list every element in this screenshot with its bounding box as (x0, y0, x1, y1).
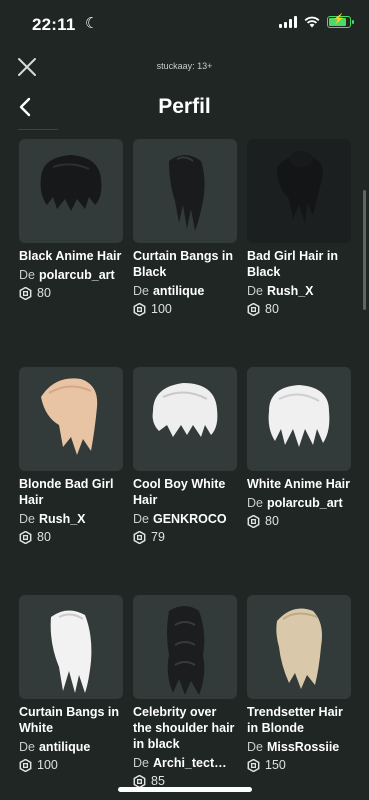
item-creator[interactable]: De Rush_X (19, 511, 123, 527)
item-price: 79 (133, 530, 237, 544)
item-card[interactable]: Black Anime Hair De polarcub_art 80 (19, 139, 123, 300)
robux-icon (247, 302, 260, 316)
divider (18, 129, 58, 130)
item-price: 80 (19, 530, 123, 544)
hair-image (40, 155, 102, 211)
item-thumbnail[interactable] (19, 595, 123, 699)
item-thumbnail[interactable] (247, 367, 351, 471)
account-label: stuckaay: 13+ (156, 61, 213, 71)
item-card[interactable]: Curtain Bangs in White De antilique 100 (19, 595, 123, 772)
robux-icon (19, 286, 32, 300)
hair-image (152, 383, 218, 437)
item-creator[interactable]: De Archi_tect… (133, 755, 237, 771)
item-name: Blonde Bad Girl Hair (19, 477, 114, 507)
item-creator[interactable]: De Rush_X (247, 283, 351, 299)
nav-bar: Perfil (0, 88, 369, 128)
hair-image (169, 155, 205, 231)
hair-image (167, 606, 205, 695)
item-thumbnail[interactable] (19, 139, 123, 243)
hair-image (268, 385, 330, 447)
item-price: 80 (247, 302, 351, 316)
robux-icon (19, 758, 32, 772)
item-price: 80 (247, 514, 351, 528)
scrollbar[interactable] (363, 190, 366, 310)
item-card[interactable]: Bad Girl Hair in Black De Rush_X 80 (247, 139, 351, 316)
item-creator[interactable]: De GENKROCO (133, 511, 237, 527)
moon-icon: ☾ (85, 15, 99, 32)
item-card[interactable]: White Anime Hair De polarcub_art 80 (247, 367, 351, 528)
item-price: 100 (19, 758, 123, 772)
page-title: Perfil (158, 95, 211, 118)
item-creator[interactable]: De polarcub_art (19, 267, 123, 283)
item-thumbnail[interactable] (247, 595, 351, 699)
item-creator[interactable]: De MissRossiie (247, 739, 351, 755)
item-name: Black Anime Hair (19, 249, 122, 263)
item-name: Curtain Bangs in Black (133, 249, 234, 279)
battery-icon: ⚡ (327, 14, 354, 28)
robux-icon (133, 774, 146, 788)
item-price: 80 (19, 286, 123, 300)
hair-image (276, 608, 322, 689)
item-thumbnail[interactable] (247, 139, 351, 243)
item-card[interactable]: Curtain Bangs in Black De antilique 100 (133, 139, 237, 316)
hair-image (50, 610, 92, 693)
signal-icon (279, 16, 297, 28)
item-card[interactable]: Cool Boy White Hair De GENKROCO 79 (133, 367, 237, 544)
hair-image (277, 151, 323, 223)
hair-image (41, 378, 98, 455)
robux-icon (247, 758, 260, 772)
top-bar: stuckaay: 13+ (0, 50, 369, 84)
item-name: Trendsetter Hair in Blonde (247, 705, 343, 735)
robux-icon (133, 530, 146, 544)
status-bar: 22:11 ☾ ⚡ (0, 0, 369, 50)
item-thumbnail[interactable] (19, 367, 123, 471)
robux-icon (133, 302, 146, 316)
item-name: Cool Boy White Hair (133, 477, 226, 507)
item-creator[interactable]: De polarcub_art (247, 495, 351, 511)
item-thumbnail[interactable] (133, 595, 237, 699)
item-creator[interactable]: De antilique (133, 283, 237, 299)
wifi-icon (304, 16, 320, 28)
item-price: 85 (133, 774, 237, 788)
item-name: Celebrity over the shoulder hair in blac… (133, 705, 235, 751)
item-thumbnail[interactable] (133, 367, 237, 471)
item-card[interactable]: Blonde Bad Girl Hair De Rush_X 80 (19, 367, 123, 544)
item-price: 150 (247, 758, 351, 772)
item-creator[interactable]: De antilique (19, 739, 123, 755)
item-thumbnail[interactable] (133, 139, 237, 243)
robux-icon (247, 514, 260, 528)
item-name: Bad Girl Hair in Black (247, 249, 338, 279)
item-name: White Anime Hair (247, 477, 351, 491)
item-card[interactable]: Celebrity over the shoulder hair in blac… (133, 595, 237, 788)
status-time: 22:11 (32, 15, 76, 34)
item-name: Curtain Bangs in White (19, 705, 120, 735)
status-icons: ⚡ (279, 14, 354, 28)
item-price: 100 (133, 302, 237, 316)
home-indicator[interactable] (118, 787, 252, 792)
robux-icon (19, 530, 32, 544)
item-card[interactable]: Trendsetter Hair in Blonde De MissRossiie… (247, 595, 351, 772)
